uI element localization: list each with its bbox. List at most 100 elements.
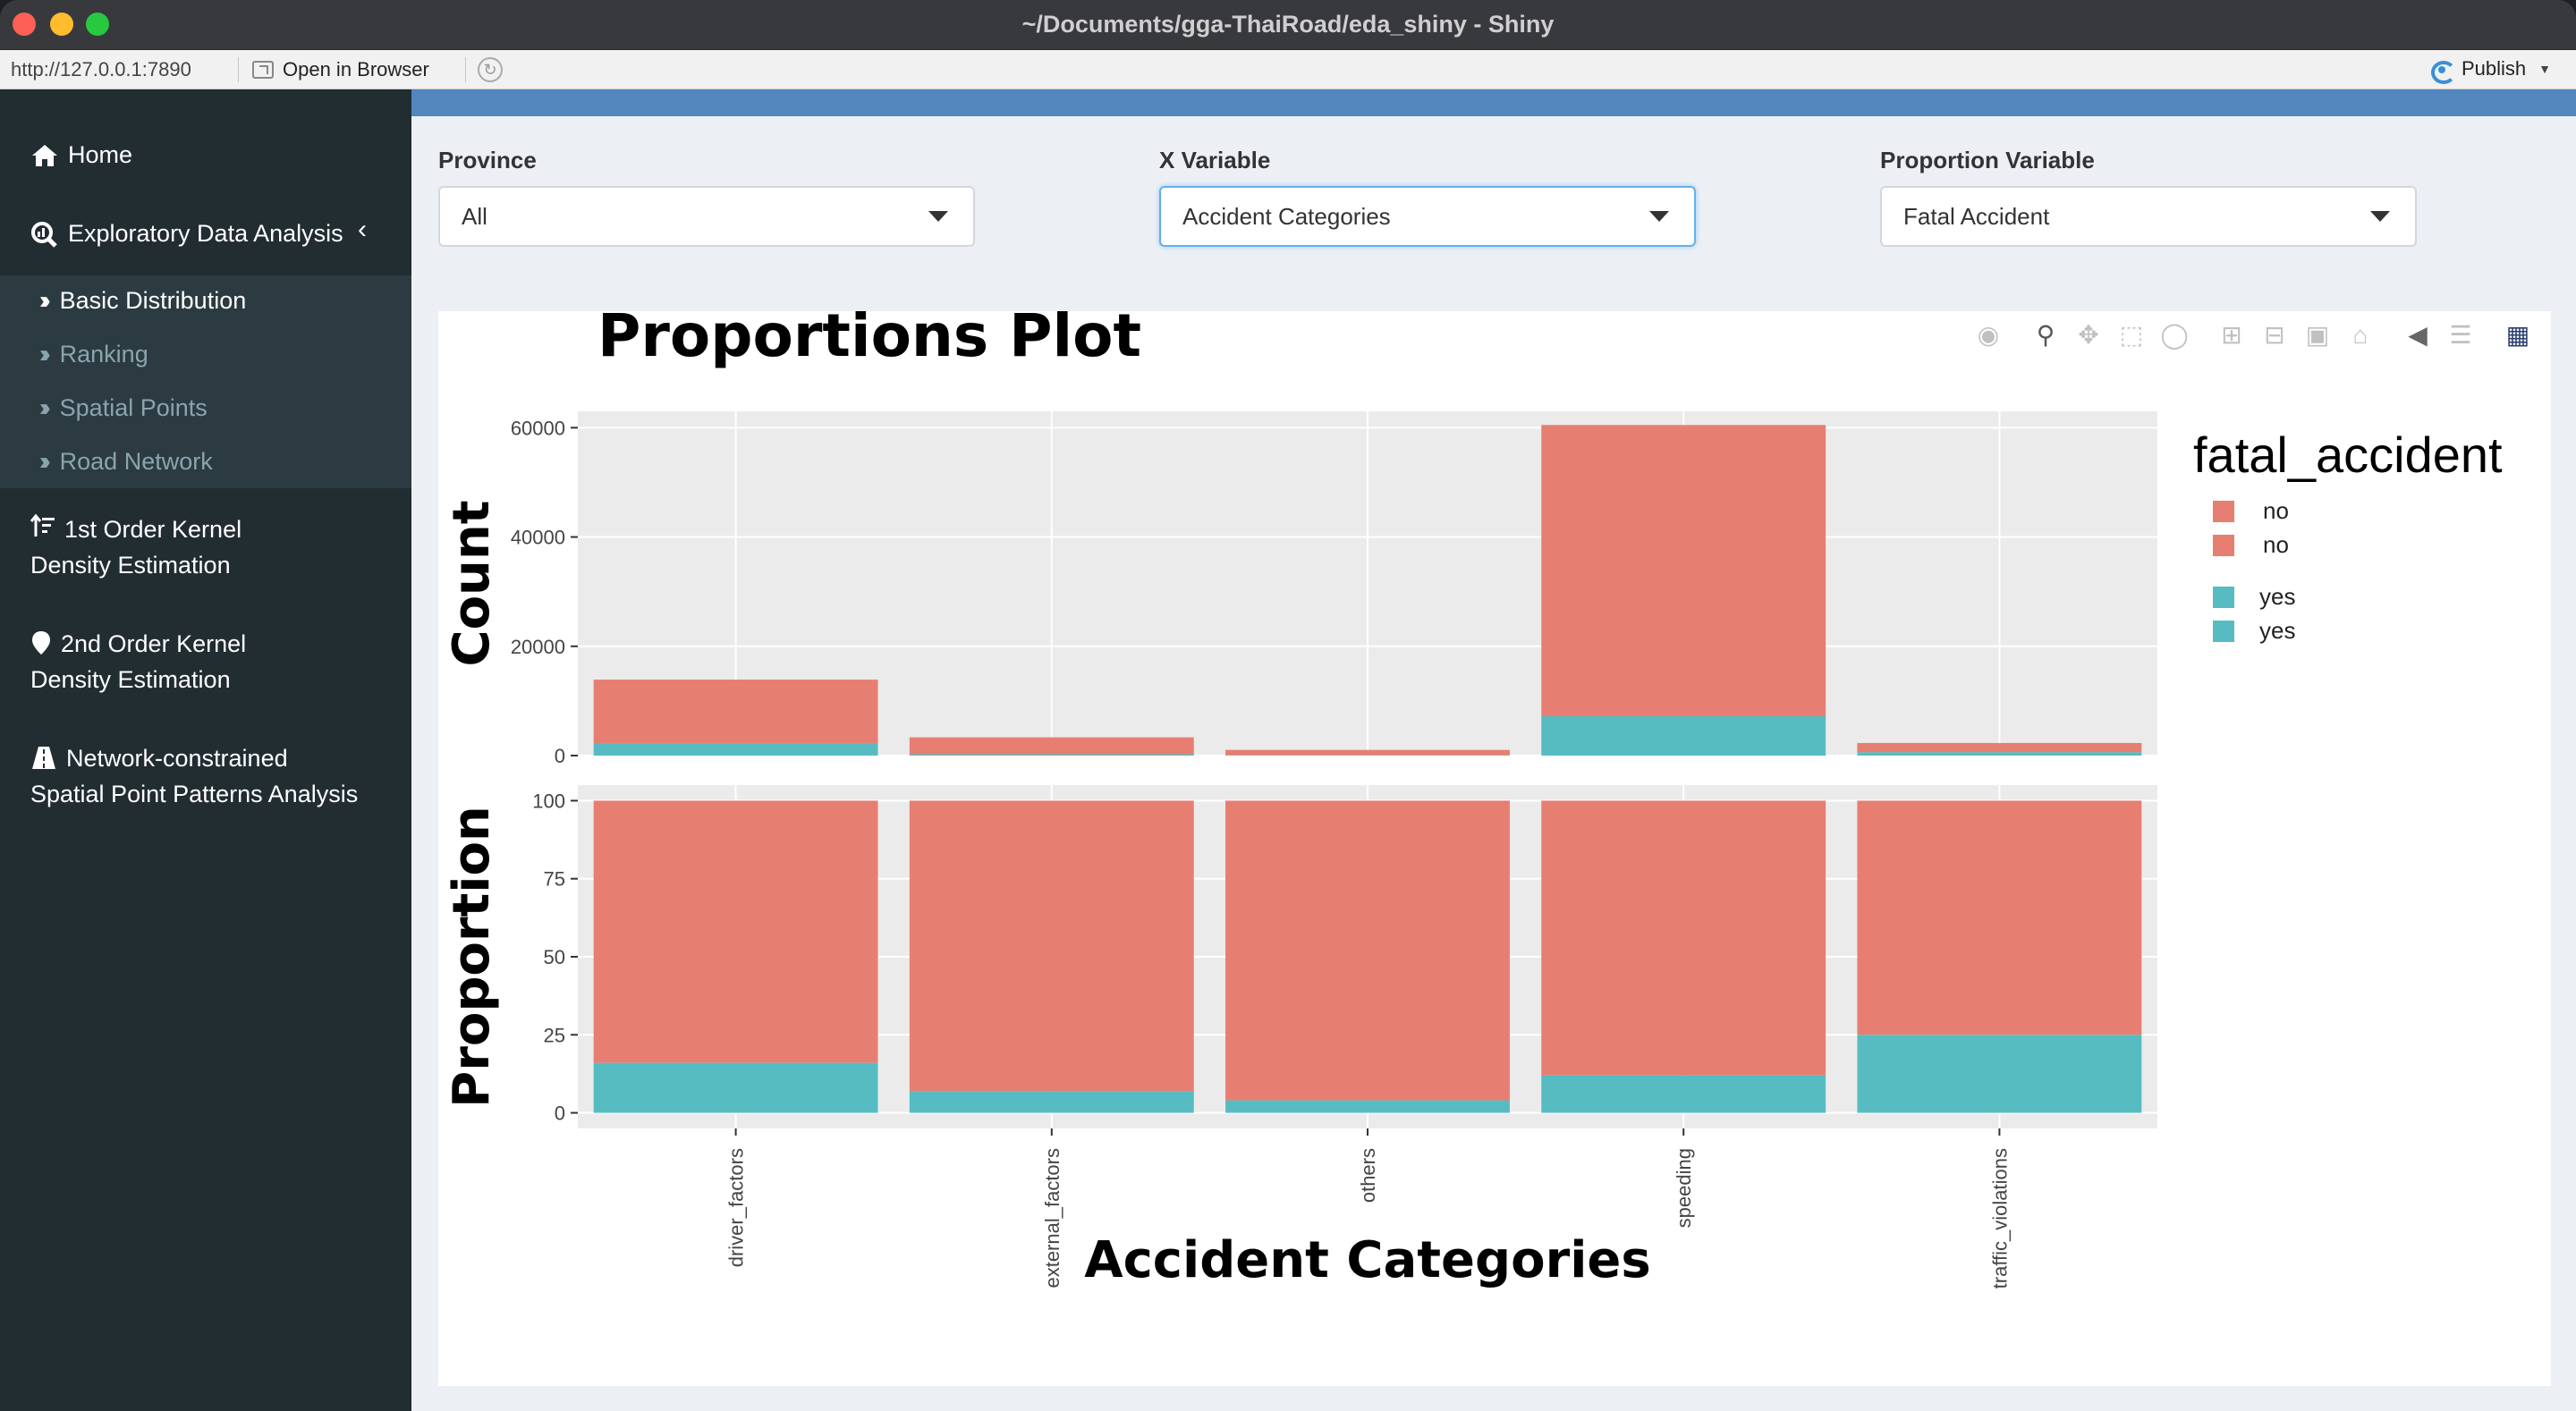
legend-label: yes: [2259, 583, 2295, 610]
bar-no: [1541, 800, 1826, 1076]
open-in-browser-label: Open in Browser: [283, 58, 429, 80]
sidebar-item-ranking[interactable]: ›› Ranking: [39, 340, 148, 368]
dashboard-header: [411, 89, 2576, 116]
bar-yes: [909, 1091, 1194, 1113]
y-tick-label: 40000: [511, 527, 565, 549]
sidebar-item-kde2[interactable]: 2nd Order Kernel Density Estimation: [30, 626, 246, 697]
compare-hover-icon[interactable]: ☰: [2445, 320, 2476, 351]
window-title: ~/Documents/gga-ThaiRoad/eda_shiny - Shi…: [1021, 11, 1555, 38]
x-variable-label: X Variable: [1159, 147, 1271, 173]
sidebar-item-label: 2nd Order Kernel: [61, 630, 247, 657]
sidebar-item-label: Road Network: [59, 447, 213, 475]
road-icon: [32, 747, 55, 769]
y-tick-label: 60000: [511, 417, 565, 439]
x-tick-label: others: [1357, 1148, 1379, 1203]
title-bar: ~/Documents/gga-ThaiRoad/eda_shiny - Shi…: [0, 0, 2576, 50]
x-tick-label: traffic_violations: [1988, 1148, 2011, 1288]
pan-icon[interactable]: ✥: [2073, 320, 2104, 351]
double-chevron-right-icon: ››: [39, 340, 50, 368]
dropdown-arrow-icon: [2370, 211, 2390, 222]
sidebar-item-basic-distribution[interactable]: ›› Basic Distribution: [39, 286, 246, 315]
sidebar-item-label: 1st Order Kernel: [64, 516, 242, 543]
zoom-in-icon[interactable]: ⊞: [2216, 320, 2247, 351]
home-icon: [32, 144, 57, 166]
double-chevron-right-icon: ››: [39, 447, 50, 475]
double-chevron-right-icon: ››: [39, 286, 50, 314]
chevron-left-icon[interactable]: ‹: [358, 215, 367, 245]
y-axis-label: Count: [443, 500, 501, 666]
sidebar-item-kde1[interactable]: 1st Order Kernel Density Estimation: [30, 511, 242, 583]
main-content: Province All X Variable Accident Categor…: [411, 116, 2576, 1411]
bar-no: [909, 737, 1194, 755]
x-variable-select[interactable]: Accident Categories: [1159, 186, 1696, 247]
zoom-icon[interactable]: ⚲: [2030, 320, 2061, 351]
legend-swatch: [2213, 501, 2234, 522]
y-axis-label: Proportion: [443, 806, 501, 1108]
box-select-icon[interactable]: ⬚: [2116, 320, 2147, 351]
chevron-down-icon[interactable]: ▼: [2538, 62, 2551, 76]
x-variable-value: Accident Categories: [1182, 203, 1391, 230]
sidebar-item-label: Spatial Point Patterns Analysis: [30, 781, 359, 807]
open-in-browser-button[interactable]: Open in Browser: [252, 58, 429, 81]
eda-submenu: ›› Basic Distribution ›› Ranking ›› Spat…: [0, 275, 411, 488]
bar-no: [1225, 800, 1510, 1101]
toolbar-divider: [238, 57, 239, 82]
autoscale-icon[interactable]: ▣: [2302, 320, 2333, 351]
y-tick-label: 0: [555, 745, 565, 767]
bar-no: [1541, 425, 1826, 716]
search-chart-icon: [31, 221, 57, 248]
lasso-icon[interactable]: ◯: [2159, 320, 2190, 351]
bar-yes: [1541, 716, 1826, 756]
x-axis-label: Accident Categories: [1084, 1231, 1650, 1289]
bar-no: [909, 800, 1194, 1092]
sort-amount-icon: [30, 513, 55, 537]
sidebar-item-eda[interactable]: Exploratory Data Analysis: [30, 220, 343, 248]
plotly-modebar: ◉ ⚲ ✥ ⬚ ◯ ⊞ ⊟ ▣ ⌂ ◀ ☰ ▦: [1973, 320, 2533, 351]
plotly-logo-icon[interactable]: ▦: [2503, 320, 2533, 351]
sidebar-item-spatial-points[interactable]: ›› Spatial Points: [39, 393, 208, 422]
publish-icon: [2429, 57, 2456, 84]
camera-icon[interactable]: ◉: [1973, 320, 2004, 351]
x-tick-label: driver_factors: [725, 1148, 748, 1267]
bar-yes: [1541, 1075, 1826, 1113]
y-tick-label: 25: [544, 1024, 565, 1046]
bar-no: [593, 800, 878, 1063]
open-external-icon: [252, 61, 274, 79]
bar-yes: [1225, 1100, 1510, 1113]
proportion-variable-select[interactable]: Fatal Accident: [1880, 186, 2417, 247]
legend-swatch: [2213, 535, 2234, 556]
sidebar-item-road-network[interactable]: ›› Road Network: [39, 447, 213, 476]
map-marker-icon: [32, 631, 50, 655]
legend-label: yes: [2259, 617, 2295, 644]
x-tick-label: speeding: [1673, 1148, 1695, 1228]
zoom-out-icon[interactable]: ⊟: [2259, 320, 2290, 351]
bar-no: [1857, 800, 2142, 1035]
sidebar-item-label: Ranking: [59, 340, 148, 368]
sidebar-item-label: Density Estimation: [30, 666, 231, 693]
y-tick-label: 100: [532, 790, 565, 812]
legend-label: no: [2263, 497, 2289, 524]
spike-lines-icon[interactable]: ◀: [2402, 320, 2433, 351]
plot-canvas[interactable]: Proportions Plot 0 20000 40000 60000 Count 0 25…: [438, 311, 2551, 1386]
dropdown-arrow-icon: [928, 211, 948, 222]
sidebar-item-label: Network-constrained: [66, 745, 288, 772]
bar-yes: [1857, 752, 2142, 756]
province-select[interactable]: All: [438, 186, 975, 247]
proportions-plot: Proportions Plot 0 20000 40000 60000 Count 0 25…: [438, 311, 2551, 1386]
shiny-app: Home Exploratory Data Analysis ‹ ›› Basi…: [0, 89, 2576, 1411]
sidebar-item-network[interactable]: Network-constrained Spatial Point Patter…: [30, 740, 358, 812]
proportion-variable-value: Fatal Accident: [1903, 203, 2050, 230]
legend-swatch: [2213, 621, 2234, 642]
sidebar: Home Exploratory Data Analysis ‹ ›› Basi…: [0, 89, 411, 1411]
y-tick-label: 20000: [511, 636, 565, 658]
publish-button[interactable]: Publish ▼: [2429, 57, 2551, 84]
reset-axes-icon[interactable]: ⌂: [2345, 320, 2376, 351]
sidebar-item-label: Density Estimation: [30, 552, 231, 579]
bar-no: [1225, 749, 1510, 756]
dropdown-arrow-icon: [1649, 211, 1669, 222]
legend-label: no: [2263, 531, 2289, 558]
refresh-icon[interactable]: ↻: [478, 57, 503, 82]
sidebar-item-home[interactable]: Home: [30, 141, 132, 169]
x-tick-label: external_factors: [1041, 1148, 1063, 1288]
proportion-variable-label: Proportion Variable: [1880, 147, 2095, 173]
